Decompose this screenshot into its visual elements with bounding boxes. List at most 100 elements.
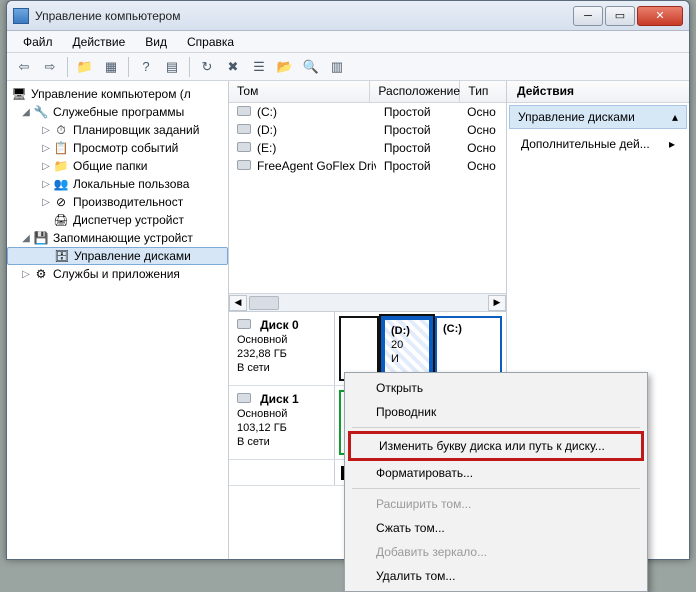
col-type[interactable]: Тип <box>460 81 506 102</box>
volume-row[interactable]: (C:) Простой Осно <box>229 103 506 121</box>
vol-type: Осно <box>459 141 506 155</box>
tree-shared[interactable]: ▷ 📁 Общие папки <box>7 157 228 175</box>
storage-icon: 💾 <box>33 230 49 246</box>
disk-title: Диск 0 <box>260 318 299 332</box>
collapse-icon: ▴ <box>672 110 678 124</box>
col-layout[interactable]: Расположение <box>370 81 460 102</box>
collapse-icon[interactable]: ◢ <box>19 233 33 244</box>
part-size: 20 <box>391 339 403 351</box>
tree-label: Управление дисками <box>74 249 191 263</box>
expand-icon[interactable]: ▷ <box>39 125 53 136</box>
tree-storage[interactable]: ◢ 💾 Запоминающие устройст <box>7 229 228 247</box>
tree-perf[interactable]: ▷ ⊘ Производительност <box>7 193 228 211</box>
forward-button[interactable]: ⇨ <box>39 56 61 78</box>
ctx-extend: Расширить том... <box>348 492 644 516</box>
tree-services[interactable]: ▷ ⚙ Службы и приложения <box>7 265 228 283</box>
disk1-info[interactable]: Диск 1 Основной 103,12 ГБ В сети <box>229 386 335 459</box>
tb-icon-2[interactable]: ✖ <box>222 56 244 78</box>
vol-type: Осно <box>459 159 506 173</box>
more-actions-label: Дополнительные дей... <box>521 137 650 151</box>
titlebar[interactable]: Управление компьютером ─ ▭ ✕ <box>7 1 689 31</box>
expand-icon[interactable]: ▷ <box>19 269 33 280</box>
col-volume[interactable]: Том <box>229 81 370 102</box>
context-menu: Открыть Проводник Изменить букву диска и… <box>344 372 648 592</box>
expand-icon[interactable]: ▷ <box>39 197 53 208</box>
disk-status: В сети <box>237 362 270 374</box>
disk0-info[interactable]: Диск 0 Основной 232,88 ГБ В сети <box>229 312 335 385</box>
scroll-thumb[interactable] <box>249 296 279 310</box>
menu-action[interactable]: Действие <box>65 33 134 51</box>
tree-devmgr[interactable]: 🖨 Диспетчер устройст <box>7 211 228 229</box>
menu-file[interactable]: Файл <box>15 33 61 51</box>
volume-row[interactable]: (E:) Простой Осно <box>229 139 506 157</box>
hscrollbar[interactable]: ◀ ▶ <box>229 293 506 311</box>
disk-size: 103,12 ГБ <box>237 422 287 434</box>
up-button[interactable]: 📁 <box>74 56 96 78</box>
arrow-right-icon: ▸ <box>669 137 675 151</box>
vol-type: Осно <box>459 123 506 137</box>
tree-root[interactable]: 🖥 Управление компьютером (л <box>7 85 228 103</box>
refresh-button[interactable]: ↻ <box>196 56 218 78</box>
vol-layout: Простой <box>376 105 459 119</box>
maximize-button[interactable]: ▭ <box>605 6 635 26</box>
disk-icon <box>237 319 251 329</box>
vol-layout: Простой <box>376 123 459 137</box>
scroll-right-button[interactable]: ▶ <box>488 295 506 311</box>
vol-layout: Простой <box>376 159 459 173</box>
ctx-open[interactable]: Открыть <box>348 376 644 400</box>
volume-row[interactable]: (D:) Простой Осно <box>229 121 506 139</box>
vol-name: (E:) <box>257 141 276 155</box>
nav-tree[interactable]: 🖥 Управление компьютером (л ◢ 🔧 Служебны… <box>7 81 229 559</box>
disk-size: 232,88 ГБ <box>237 348 287 360</box>
props-button[interactable]: ▦ <box>100 56 122 78</box>
disk-icon <box>237 393 251 403</box>
actions-section[interactable]: Управление дисками ▴ <box>509 105 687 129</box>
disk-type: Основной <box>237 408 287 420</box>
tb-icon-4[interactable]: 📂 <box>274 56 296 78</box>
expand-icon[interactable]: ▷ <box>39 143 53 154</box>
menu-view[interactable]: Вид <box>137 33 175 51</box>
ctx-explorer[interactable]: Проводник <box>348 400 644 424</box>
tree-diskmgmt[interactable]: 🗄 Управление дисками <box>7 247 228 265</box>
services-icon: ⚙ <box>33 266 49 282</box>
tree-system-tools[interactable]: ◢ 🔧 Служебные программы <box>7 103 228 121</box>
app-icon <box>13 8 29 24</box>
scroll-left-button[interactable]: ◀ <box>229 295 247 311</box>
vol-layout: Простой <box>376 141 459 155</box>
help-button[interactable]: ? <box>135 56 157 78</box>
vol-name: (D:) <box>257 123 277 137</box>
tree-events[interactable]: ▷ 📋 Просмотр событий <box>7 139 228 157</box>
volume-list[interactable]: (C:) Простой Осно (D:) Простой Осно (E:)… <box>229 103 506 293</box>
volume-row[interactable]: FreeAgent GoFlex Drive (G:) Простой Осно <box>229 157 506 175</box>
ctx-change-letter[interactable]: Изменить букву диска или путь к диску... <box>348 431 644 461</box>
vol-name: (C:) <box>257 105 277 119</box>
window-title: Управление компьютером <box>35 9 573 23</box>
volume-list-header: Том Расположение Тип <box>229 81 506 103</box>
expand-icon[interactable]: ▷ <box>39 161 53 172</box>
folder-icon: 📁 <box>53 158 69 174</box>
drive-icon <box>237 160 251 170</box>
disk-title: Диск 1 <box>260 392 299 406</box>
tb-icon-6[interactable]: ▥ <box>326 56 348 78</box>
part-status: И <box>391 353 399 365</box>
tree-scheduler[interactable]: ▷ ⏱ Планировщик заданий <box>7 121 228 139</box>
tree-label: Службы и приложения <box>53 267 180 281</box>
tb-icon-3[interactable]: ☰ <box>248 56 270 78</box>
ctx-shrink[interactable]: Сжать том... <box>348 516 644 540</box>
minimize-button[interactable]: ─ <box>573 6 603 26</box>
tb-icon-5[interactable]: 🔍 <box>300 56 322 78</box>
ctx-delete[interactable]: Удалить том... <box>348 564 644 588</box>
back-button[interactable]: ⇦ <box>13 56 35 78</box>
menu-help[interactable]: Справка <box>179 33 242 51</box>
collapse-icon[interactable]: ◢ <box>19 107 33 118</box>
ctx-format[interactable]: Форматировать... <box>348 461 644 485</box>
toolbar: ⇦ ⇨ 📁 ▦ ? ▤ ↻ ✖ ☰ 📂 🔍 ▥ <box>7 53 689 81</box>
expand-icon[interactable]: ▷ <box>39 179 53 190</box>
tb-icon-1[interactable]: ▤ <box>161 56 183 78</box>
separator <box>352 488 640 489</box>
more-actions-link[interactable]: Дополнительные дей... ▸ <box>507 131 689 157</box>
tree-label: Диспетчер устройст <box>73 213 184 227</box>
tree-label: Служебные программы <box>53 105 184 119</box>
tree-users[interactable]: ▷ 👥 Локальные пользова <box>7 175 228 193</box>
close-button[interactable]: ✕ <box>637 6 683 26</box>
